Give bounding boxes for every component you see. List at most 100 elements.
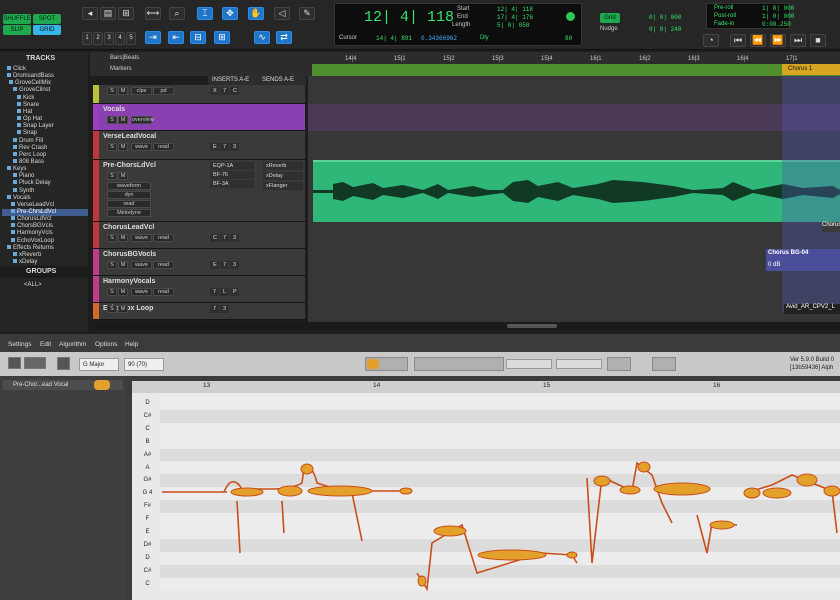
insert-slot[interactable]: 7 (210, 305, 219, 313)
zoom-preset-2[interactable]: 2 (93, 32, 103, 45)
zoom-preset-4[interactable]: 4 (115, 32, 125, 45)
spot-mode-button[interactable]: SPOT (33, 14, 61, 24)
track-name[interactable]: VerseLeadVocal (103, 132, 156, 141)
grabber-tool-icon[interactable]: ✥ (222, 7, 238, 20)
online-icon[interactable]: ◔ (703, 34, 719, 47)
zoom-preset-1[interactable]: 1 (82, 32, 92, 45)
solo-button[interactable]: S (107, 116, 117, 124)
start-value[interactable]: 12| 4| 118 (497, 6, 533, 13)
scale-select[interactable]: G Major (79, 358, 119, 371)
insert-slot[interactable]: X (210, 87, 219, 95)
track-view-selector[interactable]: read (153, 261, 174, 269)
go-to-end-icon[interactable]: ⏭ (790, 34, 806, 47)
insert-slot[interactable]: 3 (230, 234, 239, 242)
solo-button[interactable]: S (107, 305, 117, 313)
insert-slot[interactable]: L (220, 288, 229, 296)
track-view-selector[interactable]: wave (131, 143, 152, 151)
track-view-selector[interactable]: dyn (107, 191, 151, 199)
solo-button[interactable]: S (107, 143, 117, 151)
track-view-selector[interactable]: clps (131, 87, 152, 95)
insert-slot[interactable]: E (210, 261, 219, 269)
track-header[interactable]: ChorusLeadVcl S Mwave read C 7 3 (93, 222, 305, 249)
track-name[interactable]: HarmonyVocals (103, 277, 155, 286)
end-value[interactable]: 17| 4| 176 (497, 14, 533, 21)
track-header[interactable]: HarmonyVocals S Mwave read 7 L P (93, 276, 305, 303)
mute-button[interactable]: M (118, 87, 128, 95)
insert-slot[interactable]: 3 (230, 261, 239, 269)
piano-roll-view-icon[interactable] (8, 357, 21, 369)
melodyne-menu-item[interactable]: Edit (40, 341, 51, 348)
insert-slot[interactable]: C (230, 87, 239, 95)
track-view-selector[interactable]: pd (153, 87, 174, 95)
zoomer-tool-icon[interactable]: ⌕ (169, 7, 185, 20)
group-all[interactable]: <ALL> (24, 282, 42, 288)
solo-button[interactable]: S (107, 172, 117, 180)
chorus-short-clip[interactable]: Chorus (822, 222, 840, 232)
insert-slot[interactable]: 7 (220, 143, 229, 151)
tempo-value[interactable]: 80 (565, 35, 572, 42)
grid-value[interactable]: 0| 0| 000 (649, 14, 681, 21)
track-name[interactable]: Pre-ChorsLdVcl (103, 161, 156, 170)
send-slot[interactable]: xFlanger (263, 182, 303, 190)
solo-button[interactable]: S (107, 234, 117, 242)
mute-button[interactable]: M (118, 143, 128, 151)
fast-forward-icon[interactable]: ⏩ (770, 34, 786, 47)
track-view-selector[interactable]: wave (131, 288, 152, 296)
nudge-value[interactable]: 0| 0| 240 (649, 26, 681, 33)
track-view-selector[interactable]: Melodyne (107, 209, 151, 217)
track-name[interactable]: ChorusLeadVcl (103, 223, 154, 232)
mute-button[interactable]: M (118, 305, 128, 313)
insert-slot[interactable]: BF-3A (210, 180, 254, 188)
tab-to-transient-icon[interactable]: ⇥ (145, 31, 161, 44)
track-header[interactable]: VerseLeadVocal S Mwave read E 7 3 (93, 131, 305, 160)
track-header[interactable]: Pre-ChorsLdVcl S Mwaveform dyn read Melodyne E… (93, 160, 305, 222)
insert-slot[interactable]: 7 (210, 288, 219, 296)
zoom-preset-3[interactable]: 3 (104, 32, 114, 45)
track-view-selector[interactable]: wave (131, 234, 152, 242)
track-view-selector[interactable]: read (153, 234, 174, 242)
zoom-out-button[interactable]: ⊞ (118, 7, 134, 20)
link-timeline-icon[interactable]: ⊟ (190, 31, 206, 44)
track-view-selector[interactable]: read (107, 200, 151, 208)
correct-pitch-icon[interactable] (607, 357, 631, 371)
mute-button[interactable]: M (118, 234, 128, 242)
insert-slot[interactable]: C (210, 234, 219, 242)
insertion-follows-icon[interactable]: ∿ (254, 31, 270, 44)
track-header[interactable]: S Mclps pd X 7 C (93, 85, 305, 104)
insert-slot[interactable]: 7 (220, 87, 229, 95)
send-slot[interactable]: xReverb (263, 162, 303, 170)
track-view-selector[interactable]: waveform (107, 182, 151, 190)
rewind-icon[interactable]: ⏪ (750, 34, 766, 47)
track-name[interactable]: ChorusBGVocls (103, 250, 156, 259)
track-view-selector[interactable]: wave (131, 261, 152, 269)
track-header[interactable]: Echo Vox Loop S M 7 3 (93, 303, 305, 320)
melodyne-menu-item[interactable]: Help (125, 341, 138, 348)
tuning-fork-icon[interactable] (57, 357, 70, 370)
zoom-preset-5[interactable]: 5 (126, 32, 136, 45)
grid-mode-button[interactable]: GRID (33, 25, 61, 35)
speaker-icon[interactable]: ◁ (274, 7, 290, 20)
mirror-edit-icon[interactable]: ⇤ (168, 31, 184, 44)
track-view-selector[interactable]: overview (131, 116, 154, 124)
track-view-selector[interactable]: read (153, 143, 174, 151)
send-slot[interactable]: xDelay (263, 172, 303, 180)
edit-scroll-thumb[interactable] (507, 324, 557, 328)
slip-mode-button[interactable]: SLIP (3, 25, 31, 35)
link-icon[interactable] (94, 380, 110, 390)
postroll-value[interactable]: 1| 0| 000 (762, 13, 794, 20)
track-header[interactable]: Vocals S Moverview (93, 104, 305, 131)
melodyne-menu-item[interactable]: Options (95, 341, 117, 348)
preroll-value[interactable]: 1| 0| 000 (762, 5, 794, 12)
solo-button[interactable]: S (107, 288, 117, 296)
trim-tool-icon[interactable]: ⟷ (145, 7, 161, 20)
pencil-tool-icon[interactable]: ✎ (299, 7, 315, 20)
track-name[interactable]: Vocals (103, 105, 125, 114)
shuffle-mode-button[interactable]: SHUFFLE (3, 14, 31, 24)
length-value[interactable]: 5| 0| 058 (497, 22, 529, 29)
blob-view-icon[interactable] (24, 357, 46, 369)
smart-tool-icon[interactable]: ✋ (248, 7, 264, 20)
chorus-marker[interactable]: Chorus 1 (782, 64, 840, 75)
melodyne-menu-item[interactable]: Algorithm (59, 341, 86, 348)
solo-button[interactable]: S (107, 261, 117, 269)
keyboard-focus-icon[interactable]: ⇄ (276, 31, 292, 44)
